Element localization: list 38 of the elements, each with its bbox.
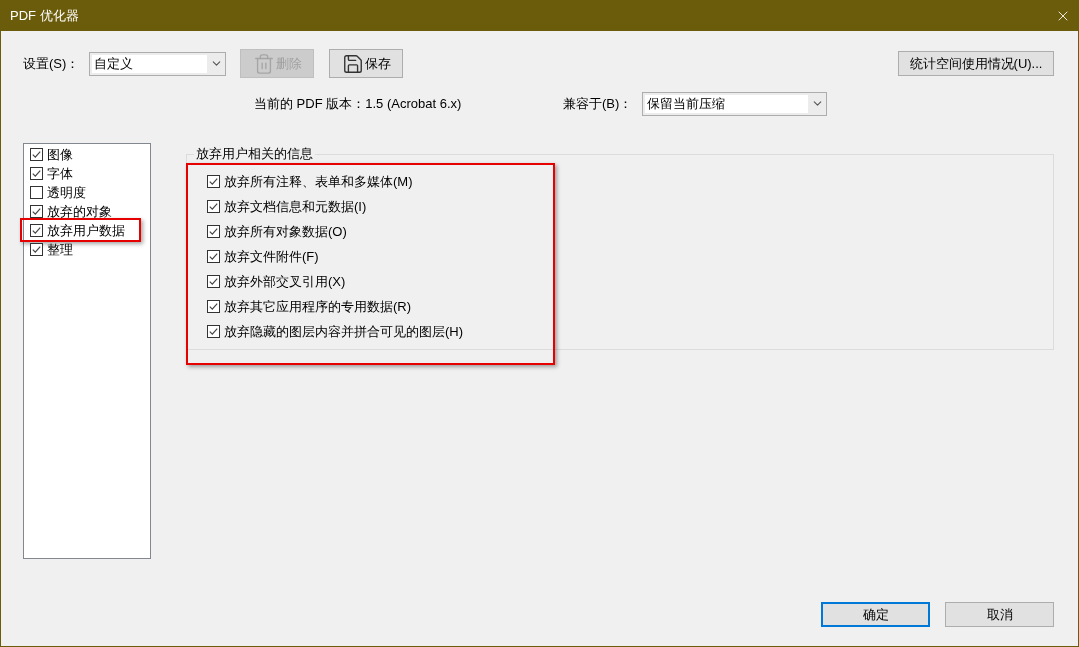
window-title: PDF 优化器 (10, 6, 79, 25)
sidebar-item[interactable]: 放弃的对象 (47, 202, 112, 221)
checkbox[interactable] (207, 300, 220, 313)
option-label[interactable]: 放弃其它应用程序的专用数据(R) (224, 297, 412, 316)
group-title: 放弃用户相关的信息 (195, 145, 314, 163)
save-button[interactable]: 保存 (329, 49, 403, 78)
checkbox[interactable] (207, 175, 220, 188)
checkbox[interactable] (30, 148, 43, 161)
option-label[interactable]: 放弃隐藏的图层内容并拼合可见的图层(H) (224, 322, 464, 341)
checkbox[interactable] (207, 250, 220, 263)
checkbox[interactable] (207, 200, 220, 213)
sidebar-item[interactable]: 放弃用户数据 (47, 221, 125, 240)
checkbox[interactable] (30, 224, 43, 237)
checkbox[interactable] (30, 205, 43, 218)
checkbox[interactable] (207, 225, 220, 238)
trash-icon (252, 52, 275, 75)
settings-dropdown[interactable]: 自定义 (89, 51, 226, 76)
option-label[interactable]: 放弃文档信息和元数据(I) (224, 197, 367, 216)
compatibility-label: 兼容于(B)： (563, 94, 634, 113)
sidebar-item[interactable]: 图像 (47, 145, 73, 164)
sidebar-item[interactable]: 字体 (47, 164, 73, 183)
checkbox[interactable] (30, 243, 43, 256)
settings-label: 设置(S)： (23, 54, 81, 73)
sidebar-item[interactable]: 透明度 (47, 183, 86, 202)
checkbox[interactable] (207, 325, 220, 338)
option-label[interactable]: 放弃所有注释、表单和多媒体(M) (224, 172, 413, 191)
checkbox[interactable] (30, 186, 43, 199)
checkbox[interactable] (30, 167, 43, 180)
cancel-button[interactable]: 取消 (945, 602, 1054, 627)
ok-button[interactable]: 确定 (821, 602, 930, 627)
option-label[interactable]: 放弃所有对象数据(O) (224, 222, 347, 241)
checkbox[interactable] (207, 275, 220, 288)
option-label[interactable]: 放弃外部交叉引用(X) (224, 272, 346, 291)
space-audit-button[interactable]: 统计空间使用情况(U)... (898, 51, 1054, 76)
compatibility-dropdown[interactable]: 保留当前压缩 (642, 91, 827, 116)
option-label[interactable]: 放弃文件附件(F) (224, 247, 319, 266)
version-text: 当前的 PDF 版本：1.5 (Acrobat 6.x) (254, 94, 463, 113)
sidebar-item[interactable]: 整理 (47, 240, 73, 259)
